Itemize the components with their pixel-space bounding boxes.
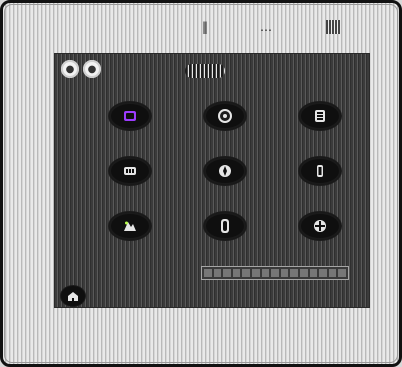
main-screen: ● ● — [54, 53, 370, 308]
header — [185, 62, 365, 86]
app-icon — [299, 102, 341, 130]
top-control-b[interactable]: ● — [83, 60, 101, 78]
app-icon — [299, 212, 341, 240]
app-icon-glyph — [124, 111, 136, 121]
progress-segment — [280, 269, 289, 277]
app-icon — [204, 102, 246, 130]
app-icon-glyph — [218, 109, 232, 123]
app-icon-glyph — [221, 219, 229, 233]
app-tile-8[interactable] — [190, 212, 260, 256]
app-grid — [95, 102, 355, 262]
app-icon — [299, 157, 341, 185]
app-tile-6[interactable] — [285, 157, 355, 201]
battery-icon — [326, 20, 340, 34]
top-controls: ● ● — [61, 60, 101, 78]
corner-button[interactable] — [61, 286, 85, 306]
progress-segment — [319, 269, 327, 277]
progress-segment — [261, 269, 270, 277]
app-tile-4[interactable] — [95, 157, 165, 201]
progress-segment — [299, 269, 308, 277]
app-tile-1[interactable] — [95, 102, 165, 146]
status-left: ‖ — [202, 20, 208, 34]
status-bar: ‖ … — [180, 18, 370, 38]
app-tile-9[interactable] — [285, 212, 355, 256]
app-tile-5[interactable] — [190, 157, 260, 201]
progress-segment — [232, 269, 241, 277]
app-icon — [109, 102, 151, 130]
progress-segment — [309, 269, 318, 277]
progress-segment — [290, 269, 298, 277]
progress-segment — [223, 269, 231, 277]
top-control-a[interactable]: ● — [61, 60, 79, 78]
progress-segment — [328, 269, 337, 277]
home-icon — [68, 292, 78, 301]
progress-segment — [251, 269, 260, 277]
app-icon — [204, 212, 246, 240]
top-control-b-glyph: ● — [87, 63, 97, 75]
progress-segment — [204, 269, 212, 277]
app-icon — [109, 157, 151, 185]
progress-segment — [338, 269, 346, 277]
app-icon-glyph — [314, 220, 326, 232]
app-tile-7[interactable] — [95, 212, 165, 256]
progress-segment — [242, 269, 250, 277]
app-icon — [109, 212, 151, 240]
progress-bar — [201, 266, 349, 280]
app-icon-glyph — [317, 165, 323, 177]
app-icon-glyph — [124, 167, 136, 175]
app-icon-glyph — [219, 165, 231, 177]
progress-segment — [271, 269, 279, 277]
app-tile-3[interactable] — [285, 102, 355, 146]
app-icon-glyph — [124, 221, 136, 231]
app-tile-2[interactable] — [190, 102, 260, 146]
status-mid: … — [260, 20, 274, 34]
app-icon — [204, 157, 246, 185]
brand-logo — [185, 64, 225, 78]
app-icon-glyph — [315, 110, 325, 122]
top-control-a-glyph: ● — [65, 63, 75, 75]
progress-segment — [213, 269, 222, 277]
